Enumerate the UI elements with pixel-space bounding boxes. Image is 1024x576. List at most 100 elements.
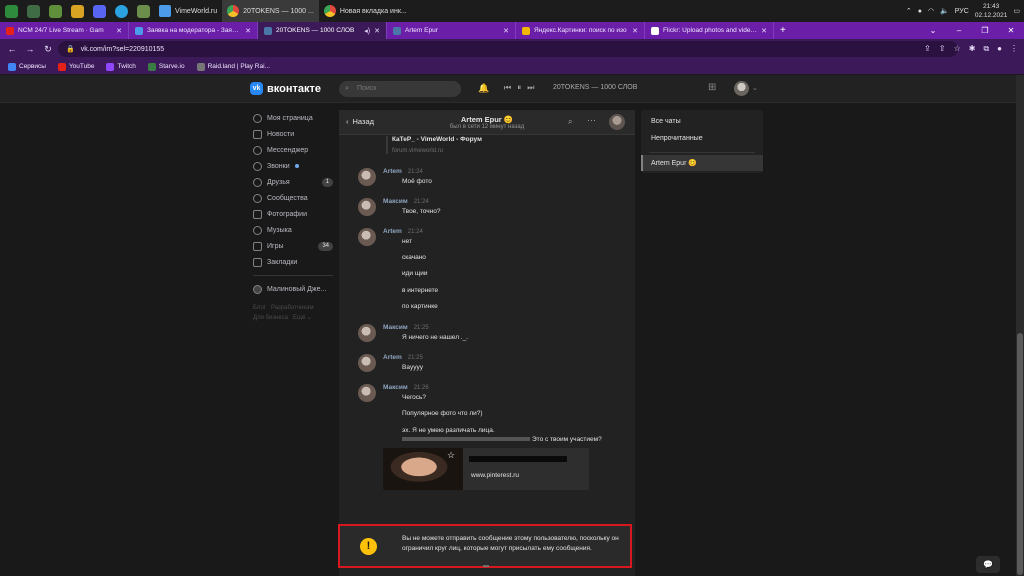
tray-chevron-icon[interactable]: ⌃ [906, 7, 912, 15]
nav-music[interactable]: Музыка [253, 222, 333, 238]
search-icon[interactable]: ⌕ [568, 117, 572, 127]
extensions-puzzle-icon[interactable]: ⧉ [983, 41, 989, 57]
current-track-title[interactable]: 20TOKENS — 1000 СЛОВ [553, 84, 637, 91]
close-icon[interactable]: ✕ [245, 27, 251, 35]
menu-dots-icon[interactable]: ⋮ [1010, 41, 1018, 57]
bookmark-star-icon[interactable]: ☆ [954, 41, 961, 57]
close-icon[interactable]: ✕ [503, 27, 509, 35]
attachment-site[interactable]: www.pinterest.ru [471, 472, 519, 479]
install-icon[interactable]: ⇪ [924, 41, 931, 57]
active-chat-item[interactable]: Artem Epur 😊 [641, 155, 763, 171]
bookmark-raidland[interactable]: Raid.land | Play Rai... [196, 62, 270, 71]
tray-app-icon[interactable]: ● [918, 8, 922, 15]
nav-my-page[interactable]: Моя страница [253, 110, 333, 126]
nav-communities[interactable]: Сообщества [253, 190, 333, 206]
footer-link-developers[interactable]: Разработчикам [271, 305, 314, 311]
reload-icon[interactable]: ↻ [42, 44, 54, 55]
nav-messenger[interactable]: Мессенджер [253, 142, 333, 158]
notifications-icon[interactable]: ▭ [1013, 7, 1020, 15]
bookmark-youtube[interactable]: YouTube [57, 62, 94, 71]
extension-icon[interactable]: ✱ [969, 41, 976, 57]
previous-track-icon[interactable]: ⏮ [504, 83, 511, 93]
tab-ncm-stream[interactable]: NCM 24/7 Live Stream · Gam ✕ [0, 22, 129, 39]
bookmark-twitch[interactable]: Twitch [106, 62, 136, 71]
message-author[interactable]: Artem 21:24 [383, 168, 423, 175]
filter-all-chats[interactable]: Все чаты [651, 118, 681, 125]
tab-20tokens[interactable]: 20TOKENS — 1000 СЛОВ ◂) ✕ [258, 22, 387, 39]
audio-icon[interactable]: ◂) [364, 27, 370, 35]
taskbar-window-chrome[interactable]: Новая вкладка инк... [319, 0, 412, 22]
open-chats-button[interactable]: 💬 [976, 556, 1000, 573]
notifications-bell-icon[interactable]: 🔔 [478, 83, 489, 94]
chat-partner-avatar[interactable] [609, 114, 625, 130]
close-icon[interactable]: ✕ [374, 27, 380, 35]
clock[interactable]: 21:43 02.12.2021 [975, 2, 1008, 20]
share-icon[interactable]: ⇧ [939, 41, 946, 57]
nav-community-link[interactable]: Малиновый Дже... [253, 281, 333, 297]
close-window-button[interactable]: ✕ [998, 22, 1024, 39]
message-avatar[interactable] [358, 168, 376, 186]
maximize-button[interactable]: ❐ [972, 22, 998, 39]
footer-link-blog[interactable]: Блог [253, 305, 266, 311]
message-author[interactable]: Максим 21:24 [383, 198, 429, 205]
wifi-icon[interactable]: ◠ [928, 7, 934, 15]
favorite-star-icon[interactable]: ☆ [447, 450, 455, 461]
pause-icon[interactable]: ⏸ [517, 83, 521, 93]
link-preview[interactable]: КаТеР_ - VimeWorld - Форум forum.vimewor… [386, 136, 482, 154]
user-avatar[interactable] [734, 81, 749, 96]
lock-icon[interactable]: 🔒 [66, 45, 75, 53]
message-avatar[interactable] [358, 384, 376, 402]
close-icon[interactable]: ✕ [761, 27, 767, 35]
nav-bookmarks[interactable]: Закладки [253, 254, 333, 270]
resize-handle-icon[interactable]: ▬ [483, 563, 489, 569]
close-icon[interactable]: ✕ [116, 27, 122, 35]
chevron-down-icon[interactable]: ⌄ [752, 84, 758, 92]
next-track-icon[interactable]: ⏭ [527, 83, 534, 93]
message-avatar[interactable] [358, 354, 376, 372]
minimize-button[interactable]: – [946, 22, 972, 39]
message-author[interactable]: Максим 21:25 [383, 324, 429, 331]
taskbar-app-icon[interactable] [132, 0, 154, 22]
taskbar-app-icon[interactable] [66, 0, 88, 22]
forward-arrow-icon[interactable]: → [24, 44, 36, 54]
message-avatar[interactable] [358, 198, 376, 216]
nav-calls[interactable]: Звонки [253, 158, 333, 174]
taskbar-app-icon[interactable] [22, 0, 44, 22]
scrollbar-thumb[interactable] [1017, 333, 1023, 575]
nav-friends[interactable]: Друзья 1 [253, 174, 333, 190]
back-arrow-icon[interactable]: ← [6, 44, 18, 54]
profile-avatar-icon[interactable]: ● [997, 41, 1002, 57]
footer-link-more[interactable]: Ещё ⌄ [293, 315, 312, 321]
new-tab-button[interactable]: + [774, 22, 792, 39]
vk-logo[interactable]: vk вконтакте [250, 82, 321, 95]
image-link-attachment[interactable]: ☆ www.pinterest.ru [383, 448, 589, 490]
message-author[interactable]: Artem 21:24 [383, 228, 423, 235]
filter-unread[interactable]: Непрочитанные [651, 135, 703, 142]
volume-icon[interactable]: 🔈 [940, 7, 949, 15]
apps-grid-icon[interactable]: ⊞ [708, 82, 716, 93]
more-dots-icon[interactable]: ··· [587, 115, 596, 125]
message-author[interactable]: Artem 21:25 [383, 354, 423, 361]
close-icon[interactable]: ✕ [632, 27, 638, 35]
taskbar-app-icon[interactable] [110, 0, 132, 22]
tab-moderator-request[interactable]: Заявка на модератора - Заявки ✕ [129, 22, 258, 39]
message-author[interactable]: Максим 21:26 [383, 384, 429, 391]
tab-yandex-images[interactable]: Яндекс.Картинки: поиск по изо ✕ [516, 22, 645, 39]
bookmark-starve[interactable]: Starve.io [147, 62, 185, 71]
vk-search-input[interactable]: ⌕ Поиск [339, 81, 461, 97]
nav-photos[interactable]: Фотографии [253, 206, 333, 222]
address-bar[interactable]: 🔒 vk.com/im?sel=220910155 [58, 41, 958, 57]
taskbar-app-icon[interactable] [88, 0, 110, 22]
message-avatar[interactable] [358, 228, 376, 246]
tab-flickr[interactable]: Flickr: Upload photos and videos ✕ [645, 22, 774, 39]
bookmark-services[interactable]: Сервисы [8, 62, 46, 71]
tab-search-icon[interactable]: ⌄ [920, 22, 946, 39]
nav-news[interactable]: Новости [253, 126, 333, 142]
taskbar-app-icon[interactable] [44, 0, 66, 22]
footer-link-business[interactable]: Для бизнеса [253, 315, 288, 321]
message-avatar[interactable] [358, 324, 376, 342]
taskbar-window-chrome-active[interactable]: 20TOKENS — 1000 ... [222, 0, 319, 22]
tab-artem-epur[interactable]: Artem Epur ✕ [387, 22, 516, 39]
language-indicator[interactable]: РУС [955, 8, 969, 15]
nav-games[interactable]: Игры 34 [253, 238, 333, 254]
